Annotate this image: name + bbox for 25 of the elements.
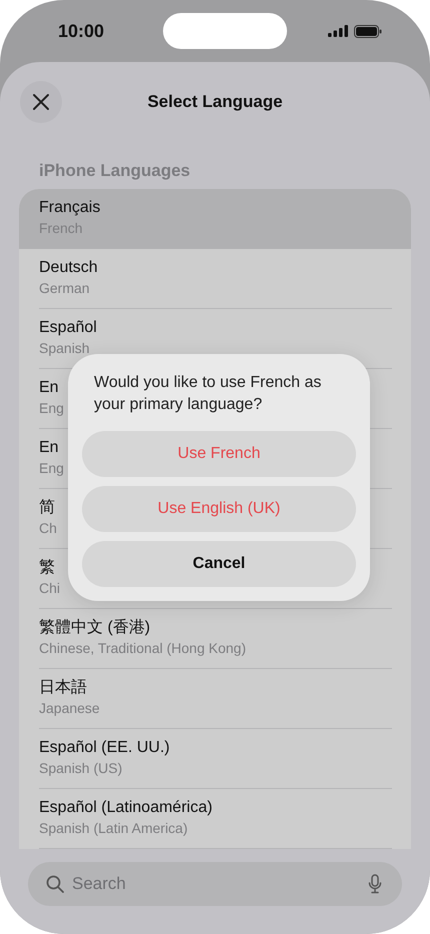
language-name: 繁體中文 (香港) — [39, 618, 150, 638]
language-name: 简 — [39, 498, 55, 518]
language-name: Deutsch — [39, 258, 98, 278]
section-header: iPhone Languages — [38, 161, 192, 181]
sheet-title: Select Language — [147, 92, 283, 112]
language-subtitle: Ch — [39, 519, 57, 537]
status-time: 10:00 — [58, 20, 104, 42]
language-subtitle: Spanish (US) — [39, 759, 122, 777]
language-subtitle: Eng — [39, 399, 64, 417]
language-subtitle: Spanish (Latin America) — [39, 819, 188, 837]
language-name: Español (EE. UU.) — [39, 738, 170, 758]
language-name: En — [39, 438, 59, 458]
alert-message: Would you like to use French as your primary language? — [94, 373, 322, 415]
language-subtitle: Eng — [39, 459, 64, 477]
language-name: En — [39, 378, 59, 398]
language-name: Español — [39, 318, 97, 338]
language-name: 日本語 — [39, 678, 87, 698]
language-name: Español (Latinoamérica) — [39, 798, 212, 818]
language-subtitle: Japanese — [39, 699, 100, 717]
language-subtitle: Spanish — [39, 339, 90, 357]
language-name: Français — [39, 198, 100, 218]
language-name: 繁 — [39, 558, 55, 578]
language-subtitle: Chinese, Traditional (Hong Kong) — [39, 639, 246, 657]
language-subtitle: German — [39, 279, 90, 297]
language-subtitle: Chi — [39, 579, 60, 597]
